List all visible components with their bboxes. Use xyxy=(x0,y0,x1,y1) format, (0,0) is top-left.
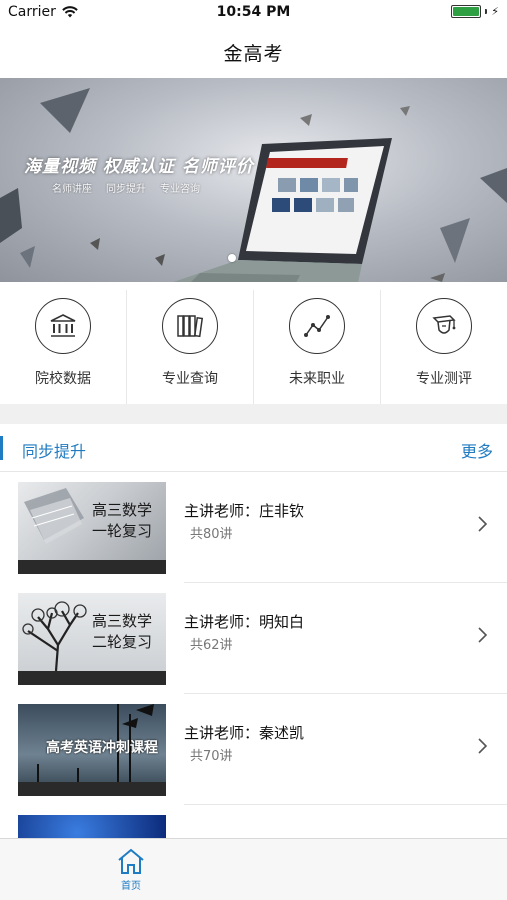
divider xyxy=(184,804,507,805)
graduation-cap-icon xyxy=(416,298,472,354)
thumb-title-line: 高三数学 xyxy=(91,612,152,630)
thumb-title-line: 二轮复习 xyxy=(91,633,152,651)
course-lecture-count: 共80讲 xyxy=(190,527,233,542)
category-major-assessment[interactable]: 专业测评 xyxy=(381,290,507,404)
course-item[interactable]: 高三数学 二轮复习 主讲老师：明知白 共62讲 xyxy=(0,583,507,694)
battery-level xyxy=(453,7,480,16)
thumb-title-line: 一轮复习 xyxy=(91,522,152,540)
tab-bar: 首页 xyxy=(0,838,507,900)
trend-line-icon xyxy=(289,298,345,354)
course-thumbnail: 高三数学 一轮复习 xyxy=(18,482,166,574)
category-university-data[interactable]: 院校数据 xyxy=(0,290,127,404)
status-bar: Carrier 10:54 PM ⚡ xyxy=(0,0,507,26)
section-header: 同步提升 更多 xyxy=(0,424,507,472)
chevron-right-icon xyxy=(478,516,488,532)
course-thumbnail-title: 高三数学 二轮复习 xyxy=(92,611,152,653)
course-item[interactable]: 高三数学 一轮复习 主讲老师：庄非钦 共80讲 xyxy=(0,472,507,583)
status-right: ⚡ xyxy=(451,5,499,18)
course-thumbnail: 高考英语冲刺课程 xyxy=(18,704,166,796)
course-teacher: 主讲老师：明知白 xyxy=(184,613,305,631)
category-future-career[interactable]: 未来职业 xyxy=(254,290,381,404)
tab-home[interactable]: 首页 xyxy=(108,847,154,892)
banner-tag: 同步提升 xyxy=(106,184,146,195)
battery-tip xyxy=(485,9,488,14)
tab-label: 首页 xyxy=(121,881,141,892)
thumb-strip xyxy=(18,782,166,796)
banner-headline: 海量视频 权威认证 名师评价 xyxy=(24,157,254,177)
banner-carousel[interactable]: 海量视频 权威认证 名师评价 名师讲座 同步提升 专业咨询 xyxy=(0,78,507,282)
category-major-query[interactable]: 专业查询 xyxy=(127,290,254,404)
thumb-strip xyxy=(18,671,166,685)
thumb-strip xyxy=(18,560,166,574)
course-thumbnail-title: 高考英语冲刺课程 xyxy=(46,740,158,756)
battery-icon xyxy=(451,5,482,18)
course-thumbnail-title: 高三数学 一轮复习 xyxy=(92,500,152,542)
chevron-right-icon xyxy=(478,627,488,643)
course-lecture-count: 共62讲 xyxy=(190,638,233,653)
nav-bar: 金高考 xyxy=(0,26,507,78)
category-grid: 院校数据 专业查询 未来职业 专业测评 xyxy=(0,290,507,404)
banner-tag: 专业咨询 xyxy=(160,184,200,195)
banner-tags: 名师讲座 同步提升 专业咨询 xyxy=(52,180,200,195)
page-title: 金高考 xyxy=(223,42,284,65)
banner-tag: 名师讲座 xyxy=(52,184,92,195)
course-teacher: 主讲老师：庄非钦 xyxy=(184,502,305,520)
section-title: 同步提升 xyxy=(22,442,87,461)
category-label: 未来职业 xyxy=(289,371,345,387)
thumb-title-line: 高三数学 xyxy=(91,501,152,519)
books-icon xyxy=(162,298,218,354)
university-icon xyxy=(35,298,91,354)
chevron-right-icon xyxy=(478,738,488,754)
status-time: 10:54 PM xyxy=(216,4,291,20)
page-indicator-dot[interactable] xyxy=(228,254,236,262)
more-link[interactable]: 更多 xyxy=(461,438,493,462)
course-thumbnail: 高三数学 二轮复习 xyxy=(18,593,166,685)
section-gap xyxy=(0,404,507,424)
course-teacher: 主讲老师：秦述凯 xyxy=(184,724,305,742)
home-icon xyxy=(118,848,144,874)
charging-icon: ⚡ xyxy=(491,5,499,18)
course-item[interactable]: 高考英语冲刺课程 主讲老师：秦述凯 共70讲 xyxy=(0,694,507,805)
category-label: 院校数据 xyxy=(35,371,91,387)
section-accent-bar xyxy=(0,436,3,460)
category-label: 专业测评 xyxy=(416,371,472,387)
course-lecture-count: 共70讲 xyxy=(190,749,233,764)
category-label: 专业查询 xyxy=(162,371,218,387)
